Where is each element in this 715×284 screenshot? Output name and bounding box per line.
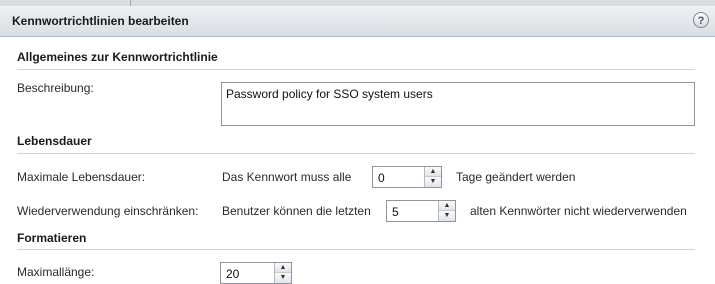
max-length-value: 20 — [226, 267, 240, 281]
reuse-prefix-text: Benutzer können die letzten — [222, 204, 371, 218]
max-lifetime-prefix-text: Das Kennwort muss alle — [222, 170, 352, 184]
reuse-restriction-label: Wiederverwendung einschränken: — [17, 204, 199, 218]
reuse-count-stepper[interactable]: 5 ▲ ▼ — [386, 200, 456, 222]
format-section-heading: Formatieren — [17, 231, 87, 245]
decrement-arrow-icon[interactable]: ▼ — [275, 273, 291, 283]
increment-arrow-icon[interactable]: ▲ — [425, 167, 441, 177]
max-lifetime-suffix-text: Tage geändert werden — [456, 170, 576, 184]
general-section-divider — [17, 69, 695, 70]
reuse-count-value: 5 — [392, 205, 399, 219]
decrement-arrow-icon[interactable]: ▼ — [425, 177, 441, 187]
max-lifetime-stepper-buttons: ▲ ▼ — [424, 167, 441, 187]
reuse-suffix-text: alten Kennwörter nicht wiederverwenden — [470, 204, 687, 218]
help-icon[interactable]: ? — [693, 12, 709, 28]
decrement-arrow-icon[interactable]: ▼ — [439, 211, 455, 221]
max-lifetime-label: Maximale Lebensdauer: — [17, 170, 146, 184]
max-lifetime-stepper[interactable]: 0 ▲ ▼ — [372, 166, 442, 188]
description-field[interactable]: Password policy for SSO system users — [221, 82, 695, 126]
general-section-heading: Allgemeines zur Kennwortrichtlinie — [17, 50, 218, 64]
max-length-stepper[interactable]: 20 ▲ ▼ — [220, 262, 292, 284]
format-section-divider — [17, 249, 695, 250]
lifetime-section-divider — [17, 153, 695, 154]
increment-arrow-icon[interactable]: ▲ — [439, 201, 455, 211]
max-length-label: Maximallänge: — [17, 265, 95, 279]
max-lifetime-value: 0 — [378, 171, 385, 185]
edit-password-policy-dialog: Kennwortrichtlinien bearbeiten ? Allgeme… — [0, 6, 715, 284]
max-length-stepper-buttons: ▲ ▼ — [274, 263, 291, 283]
dialog-titlebar: Kennwortrichtlinien bearbeiten ? — [0, 6, 715, 37]
dialog-title: Kennwortrichtlinien bearbeiten — [12, 14, 189, 28]
lifetime-section-heading: Lebensdauer — [17, 134, 92, 148]
description-label: Beschreibung: — [17, 81, 94, 95]
reuse-count-stepper-buttons: ▲ ▼ — [438, 201, 455, 221]
